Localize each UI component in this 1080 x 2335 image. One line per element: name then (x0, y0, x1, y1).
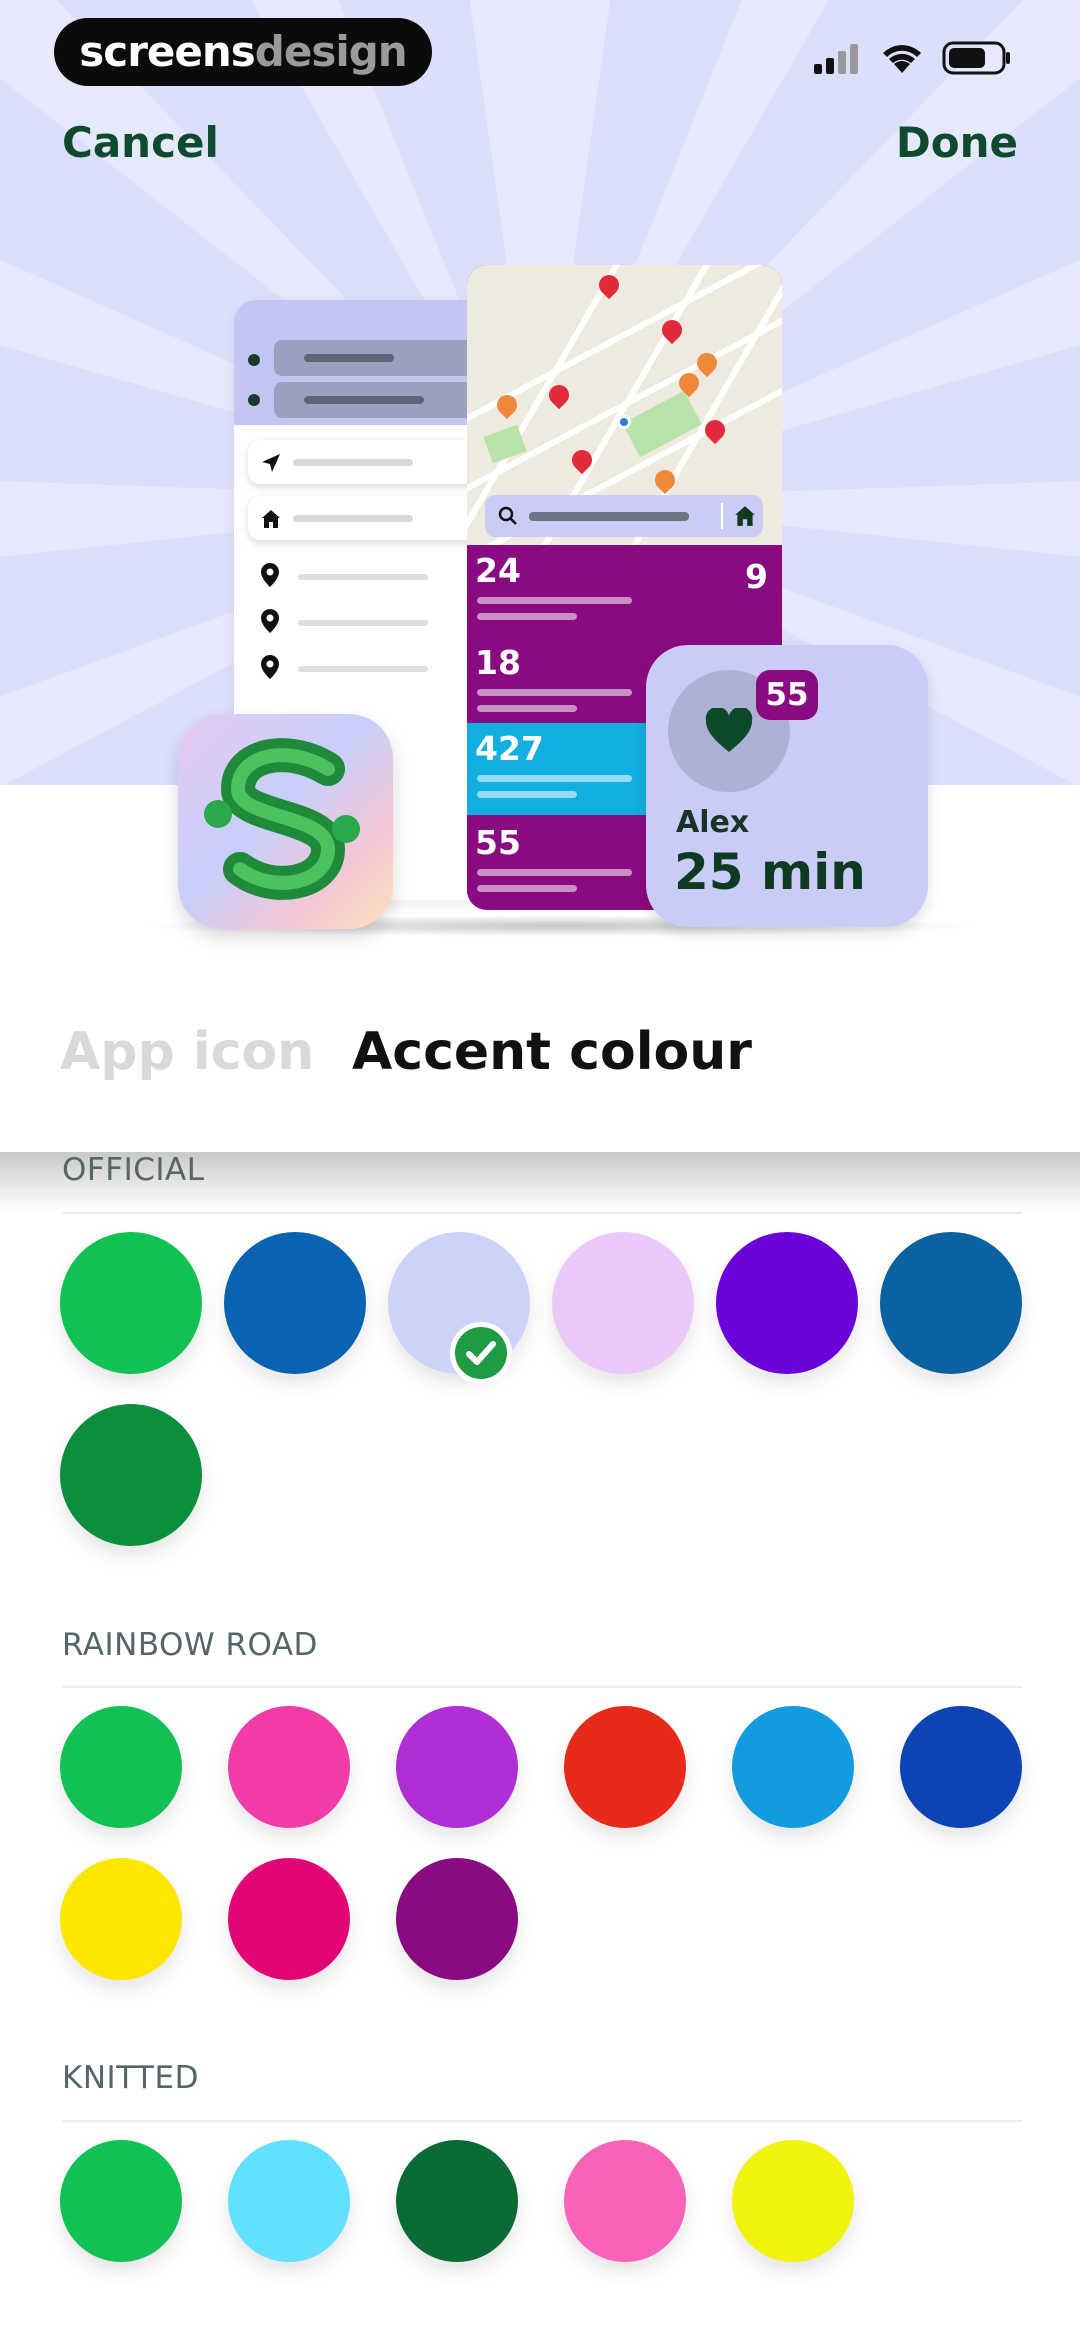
colour-swatch[interactable] (564, 1706, 686, 1828)
navigation-arrow-icon (262, 454, 280, 472)
wifi-icon (880, 41, 924, 79)
section-label: RAINBOW ROAD (62, 1627, 318, 1663)
search-icon (498, 506, 517, 525)
signal-icon (812, 42, 862, 78)
stat-row: 24 9 (467, 545, 782, 637)
heart-icon (705, 708, 753, 752)
status-icons (812, 40, 1012, 80)
location-pin-icon (261, 609, 279, 633)
location-pin-icon (261, 655, 279, 679)
colour-swatch[interactable] (396, 1858, 518, 1980)
colour-swatch[interactable] (228, 2140, 350, 2262)
tab-app-icon[interactable]: App icon (60, 1022, 314, 1082)
section-label: KNITTED (62, 2060, 199, 2096)
cancel-button[interactable]: Cancel (62, 118, 219, 167)
battery-icon (942, 40, 1012, 80)
colour-swatch[interactable] (396, 1706, 518, 1828)
section-divider (62, 1686, 1022, 1688)
home-icon (735, 506, 755, 526)
section-divider (62, 2120, 1022, 2122)
widget-badge: 55 (756, 670, 818, 720)
widget-name: Alex (676, 805, 750, 840)
colour-swatch[interactable] (60, 1858, 182, 1980)
tab-accent-colour[interactable]: Accent colour (352, 1022, 752, 1082)
colour-swatch[interactable] (552, 1232, 694, 1374)
checkmark-icon (450, 1322, 512, 1384)
home-icon (262, 510, 280, 528)
brand-logo: screensdesign (54, 18, 432, 86)
colour-swatch[interactable] (60, 1706, 182, 1828)
settings-tabs: App icon Accent colour (0, 1010, 1080, 1110)
location-pin-icon (261, 563, 279, 587)
colour-swatch[interactable] (564, 2140, 686, 2262)
done-button[interactable]: Done (896, 118, 1018, 167)
widget-time: 25 min (674, 843, 866, 901)
colour-swatch[interactable] (396, 2140, 518, 2262)
app-icon-preview (178, 714, 393, 929)
colour-swatch[interactable] (60, 2140, 182, 2262)
colour-swatch[interactable] (880, 1232, 1022, 1374)
colour-swatch[interactable] (60, 1404, 202, 1546)
colour-swatch[interactable] (732, 1706, 854, 1828)
colour-swatch[interactable] (228, 1858, 350, 1980)
section-divider (62, 1212, 1022, 1214)
colour-swatch[interactable] (716, 1232, 858, 1374)
section-label: OFFICIAL (62, 1152, 205, 1188)
mini-search-bar (485, 495, 763, 537)
colour-swatch[interactable] (60, 1232, 202, 1374)
friend-widget: 55 Alex 25 min (646, 645, 928, 927)
colour-swatch[interactable] (228, 1706, 350, 1828)
colour-swatch[interactable] (732, 2140, 854, 2262)
colour-swatch[interactable] (224, 1232, 366, 1374)
colour-swatch[interactable] (900, 1706, 1022, 1828)
